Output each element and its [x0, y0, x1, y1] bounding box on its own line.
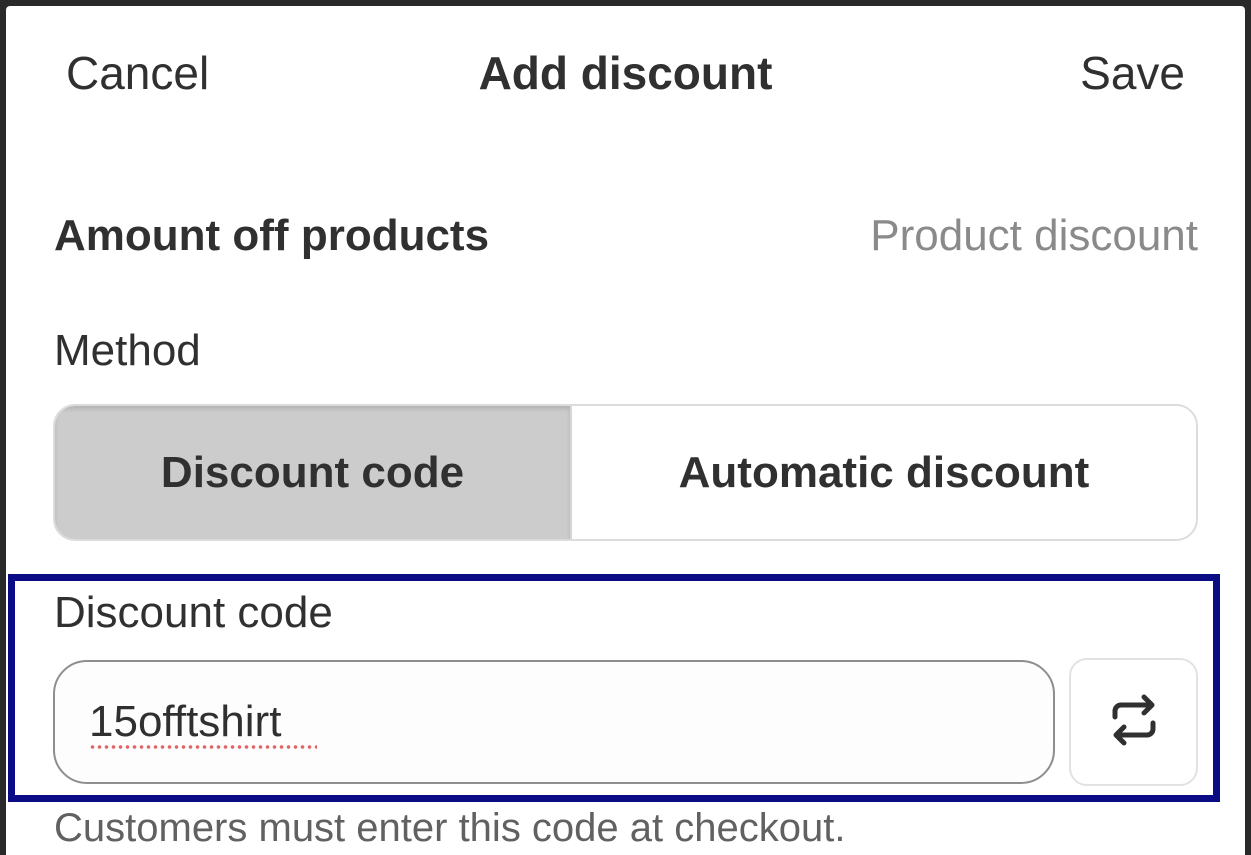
regenerate-code-button[interactable]: [1069, 658, 1198, 786]
arrows-repeat-icon: [1105, 691, 1163, 754]
page-title: Add discount: [478, 47, 773, 99]
discount-code-label: Discount code: [54, 588, 333, 637]
save-button[interactable]: Save: [1080, 46, 1185, 100]
method-option-automatic-discount[interactable]: Automatic discount: [572, 406, 1196, 539]
discount-code-input[interactable]: [53, 660, 1055, 784]
add-discount-screen: Cancel Add discount Save Amount off prod…: [6, 6, 1245, 855]
spellcheck-underline: [89, 744, 317, 750]
method-option-discount-code[interactable]: Discount code: [55, 406, 572, 539]
method-label: Method: [54, 326, 201, 375]
method-segmented-control: Discount code Automatic discount: [53, 404, 1198, 541]
discount-code-help-text: Customers must enter this code at checko…: [54, 806, 846, 850]
discount-category-label: Product discount: [870, 211, 1198, 260]
discount-type-title: Amount off products: [54, 211, 490, 260]
